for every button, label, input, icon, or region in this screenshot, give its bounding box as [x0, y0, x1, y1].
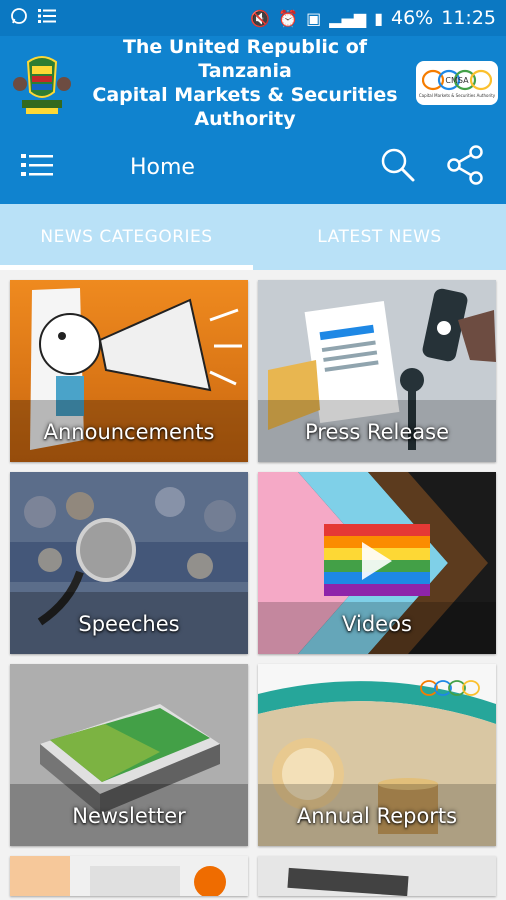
logo-text: CMSA: [445, 76, 469, 85]
whatsapp-icon: [10, 7, 28, 30]
category-card-more-2[interactable]: [258, 856, 496, 896]
share-icon[interactable]: [446, 145, 484, 189]
menu-button[interactable]: [0, 130, 74, 204]
clock: 11:25: [441, 7, 496, 29]
category-label: Newsletter: [72, 804, 186, 828]
category-label: Speeches: [78, 612, 180, 636]
battery-percentage: 46%: [391, 7, 434, 29]
search-icon[interactable]: [380, 147, 416, 187]
menu-icon: [21, 153, 53, 181]
tab-news-categories[interactable]: NEWS CATEGORIES: [0, 204, 253, 270]
category-grid: Announcements Press Release Speeches Vid…: [10, 280, 496, 896]
list-notification-icon: [38, 7, 56, 29]
tab-bar: NEWS CATEGORIES LATEST NEWS: [0, 204, 506, 270]
alarm-icon: ⏰: [278, 8, 299, 28]
category-label: Announcements: [43, 420, 215, 444]
card-illustration: [258, 856, 496, 896]
toolbar: Home: [0, 130, 506, 204]
app-title: The United Republic of Tanzania Capital …: [92, 36, 398, 130]
category-label: Press Release: [305, 420, 449, 444]
category-card-speeches[interactable]: Speeches: [10, 472, 248, 654]
page-title: Home: [130, 154, 195, 180]
category-card-annual-reports[interactable]: Annual Reports: [258, 664, 496, 846]
cmsa-logo: CMSA Capital Markets & Securities Author…: [416, 61, 498, 105]
mute-icon: 🔇: [250, 8, 271, 28]
category-card-newsletter[interactable]: Newsletter: [10, 664, 248, 846]
status-bar: 🔇 ⏰ ▣ ▂▄▆ ▮ 46% 11:25: [0, 0, 506, 36]
app-header: The United Republic of Tanzania Capital …: [0, 36, 506, 130]
category-card-more-1[interactable]: [10, 856, 248, 896]
card-illustration: [10, 856, 248, 896]
category-card-videos[interactable]: Videos: [258, 472, 496, 654]
signal-icon: ▂▄▆: [329, 8, 367, 28]
category-card-press-release[interactable]: Press Release: [258, 280, 496, 462]
category-label: Videos: [342, 612, 412, 636]
logo-subtitle: Capital Markets & Securities Authority: [418, 92, 496, 98]
nfc-icon: ▣: [306, 8, 322, 28]
category-label: Annual Reports: [296, 804, 458, 828]
battery-icon: ▮: [374, 8, 383, 28]
coat-of-arms-icon: [10, 48, 74, 118]
category-card-announcements[interactable]: Announcements: [10, 280, 248, 462]
tab-latest-news[interactable]: LATEST NEWS: [253, 204, 506, 270]
